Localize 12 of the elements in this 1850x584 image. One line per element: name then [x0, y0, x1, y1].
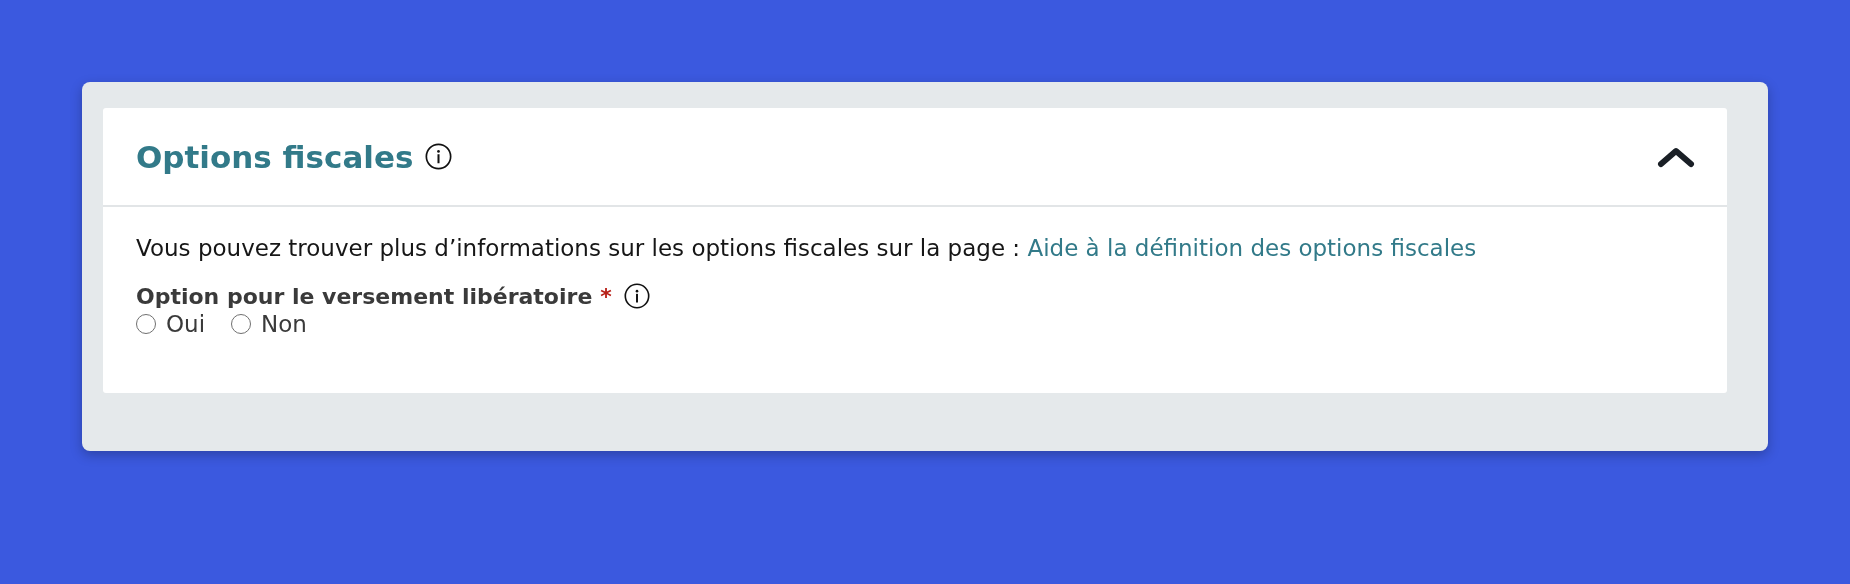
required-mark: * — [600, 283, 612, 309]
radio-label: Non — [261, 311, 307, 337]
radio-button[interactable] — [136, 314, 156, 334]
chevron-icon[interactable] — [1657, 145, 1695, 168]
intro-text: Vous pouvez trouver plus d’informations sur les options fiscales sur la page : Aide à la définition des options fiscales — [136, 235, 1478, 261]
help-link[interactable]: Aide à la définition des options fiscales — [1027, 235, 1477, 261]
section-title: Options fiscales — [136, 138, 414, 175]
field-label: Option pour le versement libératoire — [136, 283, 593, 309]
radio-button[interactable] — [231, 314, 252, 334]
radio-label: Oui — [166, 311, 206, 337]
info-icon[interactable] — [623, 283, 650, 309]
info-icon[interactable] — [425, 143, 453, 170]
